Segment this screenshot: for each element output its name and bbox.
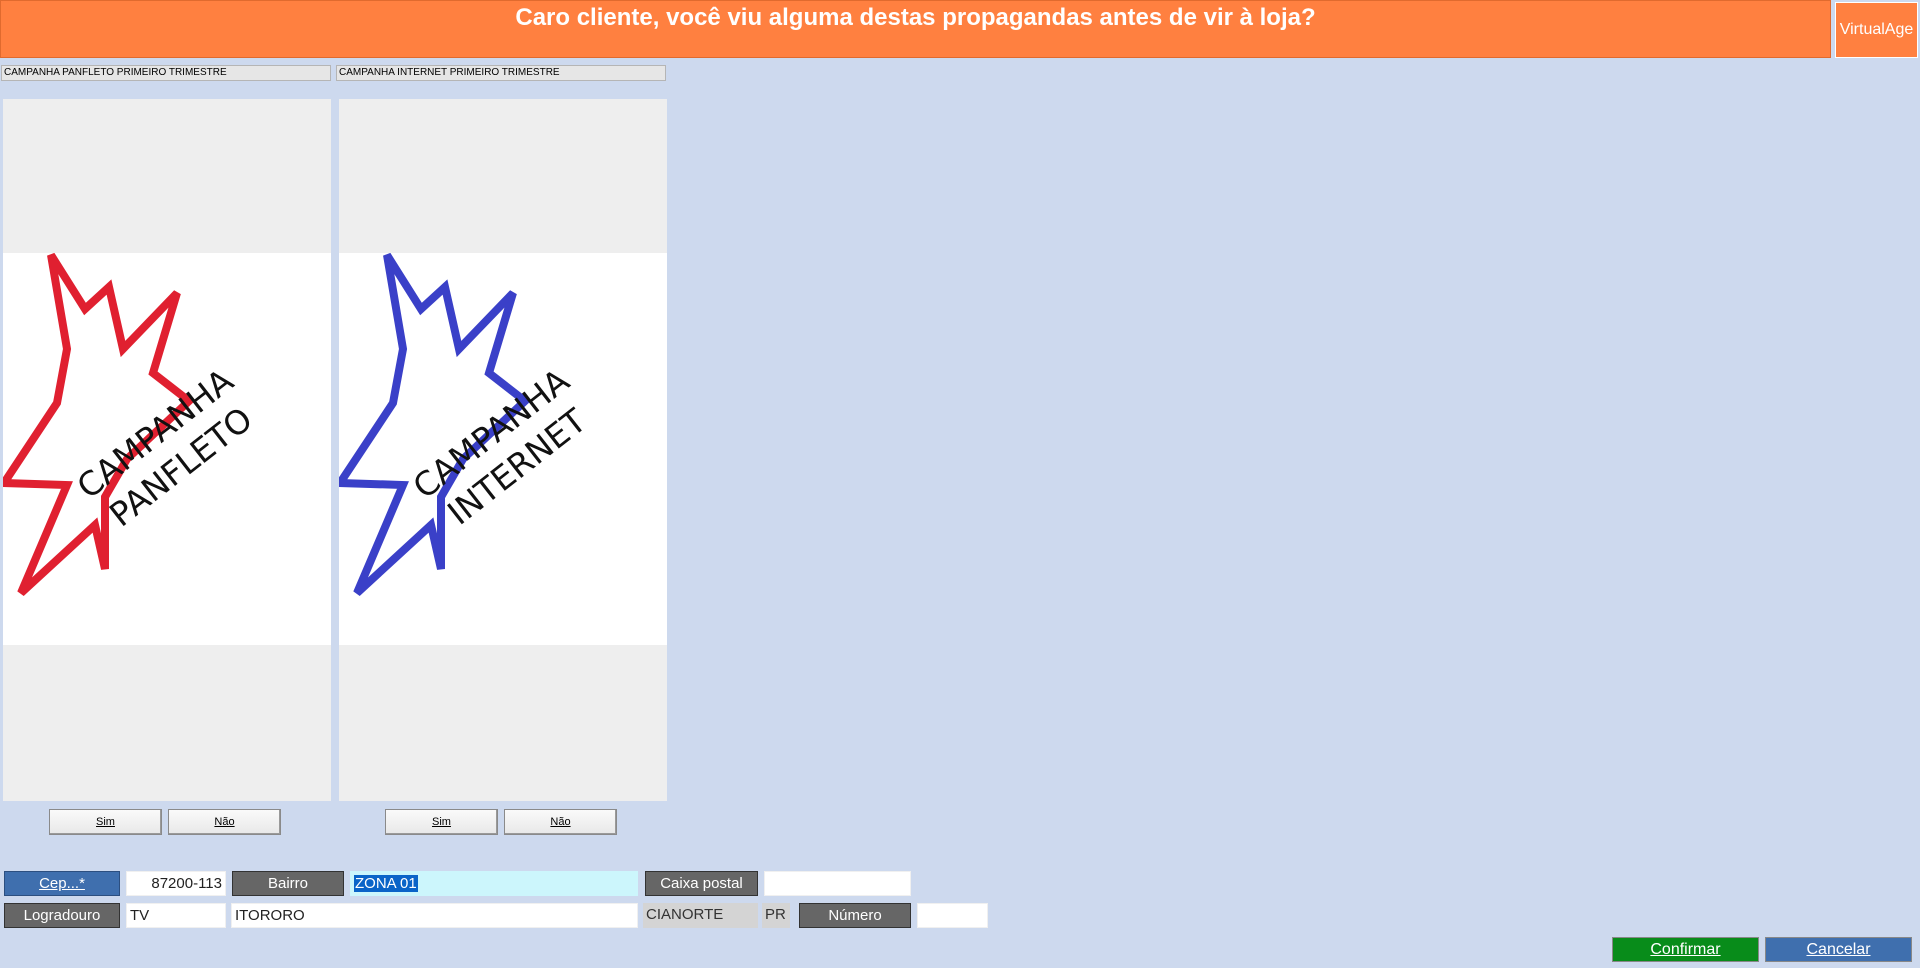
campaign-label-panfleto: CAMPANHA PANFLETO PRIMEIRO TRIMESTRE bbox=[1, 65, 331, 81]
campaign-image-internet: CAMPANHA INTERNET bbox=[339, 253, 667, 645]
bairro-selected-text: ZONA 01 bbox=[354, 875, 418, 892]
campaign-internet-no-button[interactable]: Não bbox=[504, 809, 617, 835]
campaign-panel-panfleto[interactable]: CAMPANHA PANFLETO bbox=[3, 99, 331, 801]
campaign-internet-yes-button[interactable]: Sim bbox=[385, 809, 498, 835]
numero-button[interactable]: Número bbox=[799, 903, 911, 928]
cep-field[interactable]: 87200-113 bbox=[126, 871, 226, 896]
starburst-icon: CAMPANHA PANFLETO bbox=[3, 253, 260, 596]
confirm-button[interactable]: Confirmar bbox=[1612, 937, 1759, 962]
cidade-field: CIANORTE bbox=[643, 903, 758, 928]
campaign-image-panfleto: CAMPANHA PANFLETO bbox=[3, 253, 331, 645]
campaign-panfleto-yes-button[interactable]: Sim bbox=[49, 809, 162, 835]
logradouro-type-field[interactable]: TV bbox=[126, 903, 226, 928]
starburst-icon: CAMPANHA INTERNET bbox=[339, 253, 594, 596]
page-title: Caro cliente, você viu alguma destas pro… bbox=[515, 4, 1316, 31]
numero-field[interactable] bbox=[917, 903, 988, 928]
virtualage-button[interactable]: VirtualAge bbox=[1835, 2, 1918, 58]
campaign-label-internet: CAMPANHA INTERNET PRIMEIRO TRIMESTRE bbox=[336, 65, 666, 81]
logradouro-button[interactable]: Logradouro bbox=[4, 903, 120, 928]
campaign-panfleto-no-button[interactable]: Não bbox=[168, 809, 281, 835]
cep-button[interactable]: Cep...* bbox=[4, 871, 120, 896]
uf-field: PR bbox=[762, 903, 790, 928]
header-bar: Caro cliente, você viu alguma destas pro… bbox=[0, 0, 1831, 58]
bairro-field[interactable]: ZONA 01 bbox=[350, 871, 638, 896]
bairro-button[interactable]: Bairro bbox=[232, 871, 344, 896]
caixa-postal-field[interactable] bbox=[764, 871, 911, 896]
campaign-panel-internet[interactable]: CAMPANHA INTERNET bbox=[339, 99, 667, 801]
caixa-postal-button[interactable]: Caixa postal bbox=[645, 871, 758, 896]
cancel-button[interactable]: Cancelar bbox=[1765, 937, 1912, 962]
logradouro-field[interactable]: ITORORO bbox=[231, 903, 638, 928]
